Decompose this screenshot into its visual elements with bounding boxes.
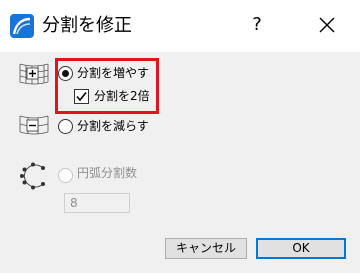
arc-segments-radio[interactable] (58, 168, 73, 183)
dialog-title: 分割を修正 (42, 15, 132, 36)
checkmark-icon (76, 92, 87, 102)
dialog-content: 分割を増やす 分割を2倍 分割を減らす 円弧分割数 8 キャンセル OK (0, 52, 360, 273)
app-icon (10, 14, 34, 38)
radio-selected-dot (62, 70, 69, 77)
help-button[interactable]: ? (244, 12, 270, 38)
increase-radio[interactable] (58, 66, 73, 81)
decrease-grid-icon (19, 115, 49, 135)
decrease-radio[interactable] (58, 119, 73, 134)
double-checkbox[interactable] (74, 89, 89, 104)
increase-grid-icon (19, 63, 49, 85)
arc-icon (20, 162, 45, 190)
close-icon (319, 17, 335, 33)
title-bar: 分割を修正 ? (0, 0, 360, 52)
ok-button[interactable]: OK (256, 238, 346, 259)
modify-segmentation-dialog: 分割を修正 ? 分割を増やす 分割を2倍 分割を減らす 円弧分割数 8 キャンセ… (0, 0, 360, 273)
close-button[interactable] (314, 12, 340, 38)
help-icon: ? (252, 14, 262, 35)
decrease-label: 分割を減らす (77, 119, 149, 133)
increase-label: 分割を増やす (77, 66, 150, 80)
cancel-button[interactable]: キャンセル (165, 238, 247, 259)
double-label: 分割を2倍 (94, 89, 150, 103)
arc-segments-label: 円弧分割数 (77, 166, 138, 180)
arc-segments-input[interactable]: 8 (64, 193, 130, 213)
